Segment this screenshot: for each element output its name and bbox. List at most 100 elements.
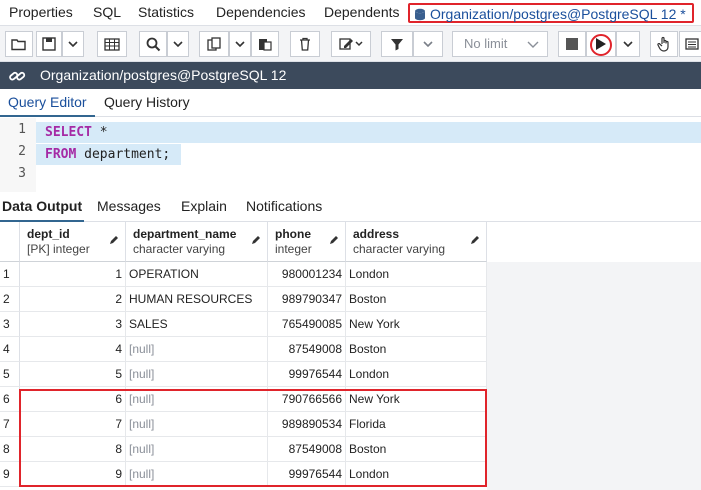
row-limit-select[interactable]: No limit [452,31,548,57]
cell-address[interactable]: Boston [346,287,487,312]
chevron-down-icon [173,41,183,48]
cell-phone[interactable]: 87549008 [268,337,346,362]
tab-query-editor[interactable]: Query Editor [0,89,95,117]
cell-address[interactable]: London [346,362,487,387]
save-dropdown-button[interactable] [62,31,84,57]
edit-dropdown-button[interactable] [331,31,371,57]
cell-dept-id[interactable]: 1 [20,262,126,287]
column-type: character varying [133,242,226,256]
delete-button[interactable] [290,31,320,57]
column-type: character varying [353,242,446,256]
cell-phone[interactable]: 989790347 [268,287,346,312]
database-icon [415,8,425,21]
find-dropdown-button[interactable] [167,31,189,57]
cell-department-name[interactable]: [null] [126,362,268,387]
cell-dept-id[interactable]: 5 [20,362,126,387]
cell-address[interactable]: New York [346,387,487,412]
execute-dropdown-button[interactable] [616,31,640,57]
row-number: 6 [0,387,20,412]
find-icon [146,37,160,51]
line-number: 2 [18,144,26,159]
cell-address[interactable]: London [346,462,487,487]
chevron-down-icon [68,41,78,48]
sql-editor[interactable]: 1 2 3 SELECT * FROM department; [0,118,701,192]
editor-tab-bar: Query Editor Query History [0,89,701,117]
cell-department-name[interactable]: [null] [126,462,268,487]
cell-phone[interactable]: 99976544 [268,362,346,387]
cell-department-name[interactable]: [null] [126,387,268,412]
cell-department-name[interactable]: [null] [126,412,268,437]
cell-dept-id[interactable]: 9 [20,462,126,487]
paste-icon [259,39,272,51]
copy-button[interactable] [199,31,229,57]
cell-dept-id[interactable]: 6 [20,387,126,412]
row-limit-value: No limit [464,36,508,51]
cell-dept-id[interactable]: 4 [20,337,126,362]
hand-button[interactable] [650,31,678,57]
cell-address[interactable]: Boston [346,337,487,362]
edit-icon [339,38,363,50]
output-tab-bar: Data Output Messages Explain Notificatio… [0,192,701,222]
tab-statistics[interactable]: Statistics [138,3,194,23]
filter-dropdown-button[interactable] [413,31,443,57]
row-number: 5 [0,362,20,387]
row-number: 3 [0,312,20,337]
column-header-phone[interactable]: phone integer [268,222,346,262]
tab-query-history[interactable]: Query History [104,89,190,117]
cell-phone[interactable]: 790766566 [268,387,346,412]
tab-dependencies[interactable]: Dependencies [216,3,306,23]
pencil-icon [330,236,338,244]
cell-department-name[interactable]: HUMAN RESOURCES [126,287,268,312]
column-header-department-name[interactable]: department_name character varying [126,222,268,262]
sql-text: * [91,125,108,140]
hand-icon [657,36,669,52]
explain-button[interactable] [679,31,701,57]
cell-department-name[interactable]: [null] [126,437,268,462]
cell-address[interactable]: London [346,262,487,287]
stop-icon [566,38,578,50]
chevron-down-icon [623,41,633,48]
delete-icon [300,37,310,51]
tab-properties[interactable]: Properties [9,3,73,23]
cell-dept-id[interactable]: 3 [20,312,126,337]
row-number: 2 [0,287,20,312]
save-icon [42,37,56,51]
column-header-address[interactable]: address character varying [346,222,487,262]
cell-phone[interactable]: 87549008 [268,437,346,462]
cell-phone[interactable]: 980001234 [268,262,346,287]
cell-department-name[interactable]: OPERATION [126,262,268,287]
pencil-icon [471,236,479,244]
cell-address[interactable]: Florida [346,412,487,437]
pencil-icon [252,236,260,244]
tab-dependents[interactable]: Dependents [324,3,400,23]
tab-sql[interactable]: SQL [93,3,121,23]
panel-tab-bar: Properties SQL Statistics Dependencies D… [0,0,701,26]
save-button[interactable] [36,31,62,57]
row-number: 1 [0,262,20,287]
cell-phone[interactable]: 765490085 [268,312,346,337]
stop-button[interactable] [558,31,586,57]
tab-messages[interactable]: Messages [97,192,161,222]
cell-department-name[interactable]: SALES [126,312,268,337]
cell-dept-id[interactable]: 8 [20,437,126,462]
tab-explain[interactable]: Explain [181,192,227,222]
cell-dept-id[interactable]: 2 [20,287,126,312]
copy-dropdown-button[interactable] [229,31,251,57]
paste-button[interactable] [251,31,279,57]
cell-phone[interactable]: 989890534 [268,412,346,437]
cell-phone[interactable]: 99976544 [268,462,346,487]
tab-query-tool[interactable]: Organization/postgres@PostgreSQL 12 * [408,3,694,23]
row-number: 7 [0,412,20,437]
cell-address[interactable]: New York [346,312,487,337]
cell-dept-id[interactable]: 7 [20,412,126,437]
tab-notifications[interactable]: Notifications [246,192,322,222]
edit-grid-button[interactable] [97,31,127,57]
filter-button[interactable] [381,31,413,57]
cell-address[interactable]: Boston [346,437,487,462]
tab-data-output[interactable]: Data Output [0,192,85,222]
filter-icon [391,39,403,51]
column-header-dept-id[interactable]: dept_id [PK] integer [20,222,126,262]
open-file-button[interactable] [5,31,33,57]
cell-department-name[interactable]: [null] [126,337,268,362]
find-button[interactable] [139,31,167,57]
